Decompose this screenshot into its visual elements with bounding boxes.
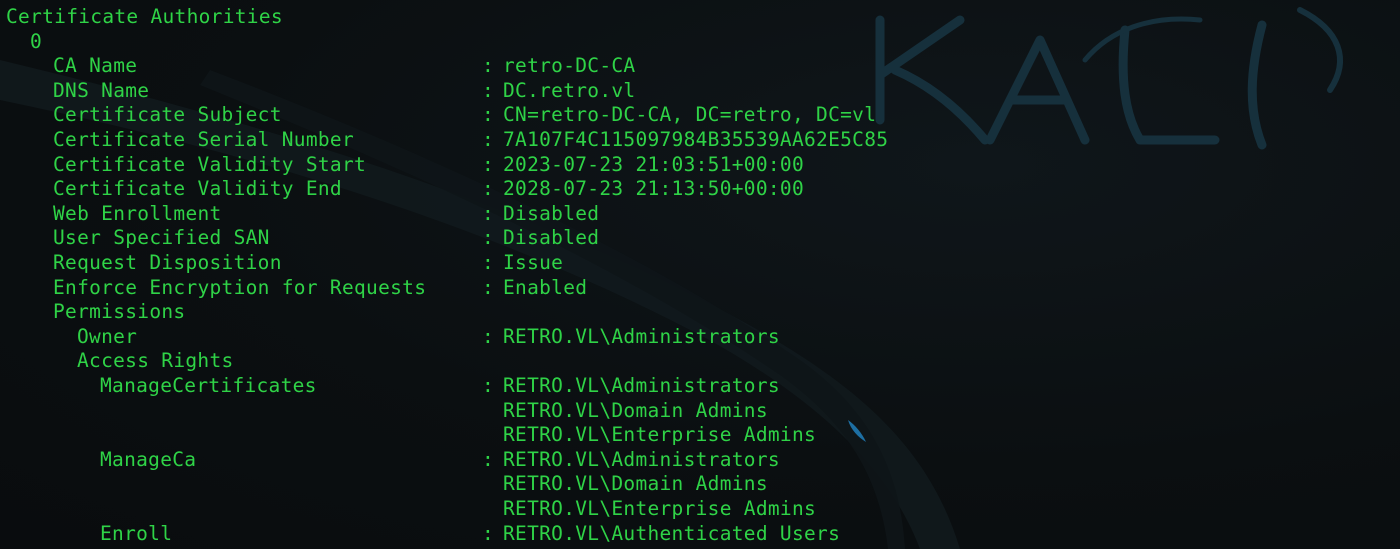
field-6-separator: : — [482, 201, 495, 225]
field-7-key: User Specified SAN — [53, 226, 270, 250]
field-9-key: Enforce Encryption for Requests — [53, 275, 427, 299]
field-0-separator: : — [482, 54, 495, 78]
field-7-line: User Specified SAN: Disabled — [0, 226, 1400, 250]
field-3-separator: : — [482, 128, 495, 151]
owner-line: Owner: RETRO.VL\Administrators — [0, 325, 1400, 349]
field-7-value: Disabled — [503, 226, 600, 250]
permissions-header-line: Permissions — [0, 300, 1400, 324]
field-8-separator: : — [482, 251, 495, 274]
field-5-line: Certificate Validity End:2028-07-23 21:1… — [0, 177, 1400, 201]
owner-key: Owner — [77, 324, 138, 348]
field-6-line: Web Enrollment: Disabled — [0, 202, 1400, 226]
field-3-line: Certificate Serial Number:7A107F4C115097… — [0, 128, 1400, 152]
right-1-2-value: RETRO.VL\Enterprise Admins — [503, 497, 817, 520]
field-8-line: Request Disposition: Issue — [0, 251, 1400, 275]
right-1-2-line: RETRO.VL\Enterprise Admins — [0, 497, 1400, 521]
ca-index: 0 — [30, 29, 43, 53]
section-title: Certificate Authorities — [6, 5, 283, 28]
field-2-separator: : — [482, 103, 495, 127]
right-0-0-separator: : — [482, 374, 495, 397]
field-4-separator: : — [482, 152, 495, 176]
right-2-0-separator: : — [482, 521, 495, 545]
ca-index-line: 0 — [0, 30, 1400, 54]
right-1-0-key: ManageCa — [100, 447, 197, 471]
right-1-1-line: RETRO.VL\Domain Admins — [0, 472, 1400, 496]
right-1-0-separator: : — [482, 447, 495, 471]
owner-separator: : — [482, 324, 495, 348]
right-0-0-key: ManageCertificates — [100, 374, 317, 397]
field-9-separator: : — [482, 275, 495, 299]
field-1-line: DNS Name: DC.retro.vl — [0, 79, 1400, 103]
field-2-value: CN=retro-DC-CA, DC=retro, DC=vl — [503, 103, 877, 127]
field-0-line: CA Name: retro-DC-CA — [0, 54, 1400, 78]
right-0-1-line: RETRO.VL\Domain Admins — [0, 399, 1400, 423]
field-9-value: Enabled — [503, 275, 588, 299]
field-4-key: Certificate Validity Start — [53, 152, 367, 176]
field-8-key: Request Disposition — [53, 251, 282, 274]
section-title-line: Certificate Authorities — [0, 5, 1400, 29]
field-4-line: Certificate Validity Start:2023-07-23 21… — [0, 153, 1400, 177]
field-9-line: Enforce Encryption for Requests: Enabled — [0, 276, 1400, 300]
field-6-value: Disabled — [503, 201, 600, 225]
right-0-1-value: RETRO.VL\Domain Admins — [503, 398, 768, 422]
access-rights-label: Access Rights — [77, 349, 234, 373]
field-1-value: DC.retro.vl — [503, 78, 636, 102]
right-2-0-line: Enroll: RETRO.VL\Authenticated Users — [0, 522, 1400, 546]
field-4-value: 2023-07-23 21:03:51+00:00 — [503, 152, 804, 176]
right-0-2-value: RETRO.VL\Enterprise Admins — [503, 423, 817, 447]
right-1-0-line: ManageCa: RETRO.VL\Administrators — [0, 448, 1400, 472]
right-1-1-value: RETRO.VL\Domain Admins — [503, 472, 768, 496]
field-5-value: 2028-07-23 21:13:50+00:00 — [503, 177, 804, 201]
right-2-0-value: RETRO.VL\Authenticated Users — [503, 521, 841, 545]
owner-value: RETRO.VL\Administrators — [503, 324, 780, 348]
permissions-label: Permissions — [53, 300, 186, 324]
right-0-2-line: RETRO.VL\Enterprise Admins — [0, 423, 1400, 447]
right-1-0-value: RETRO.VL\Administrators — [503, 447, 780, 471]
right-0-0-line: ManageCertificates: RETRO.VL\Administrato… — [0, 374, 1400, 398]
field-7-separator: : — [482, 226, 495, 250]
field-5-separator: : — [482, 177, 495, 201]
terminal-window[interactable]: Certificate Authorities 0 CA Name: retro-DC… — [0, 0, 1400, 549]
field-6-key: Web Enrollment — [53, 201, 222, 225]
field-1-key: DNS Name — [53, 78, 150, 102]
field-2-line: Certificate Subject: CN=retro-DC-CA, DC=r… — [0, 103, 1400, 127]
field-8-value: Issue — [503, 251, 564, 274]
field-3-key: Certificate Serial Number — [53, 128, 354, 151]
field-2-key: Certificate Subject — [53, 103, 282, 127]
right-2-0-key: Enroll — [100, 521, 173, 545]
right-0-0-value: RETRO.VL\Administrators — [503, 374, 780, 397]
field-3-value: 7A107F4C115097984B35539AA62E5C85 — [503, 128, 889, 151]
access-rights-header-line: Access Rights — [0, 349, 1400, 373]
field-5-key: Certificate Validity End — [53, 177, 342, 201]
field-0-value: retro-DC-CA — [503, 54, 636, 78]
field-0-key: CA Name — [53, 54, 138, 78]
field-1-separator: : — [482, 78, 495, 102]
